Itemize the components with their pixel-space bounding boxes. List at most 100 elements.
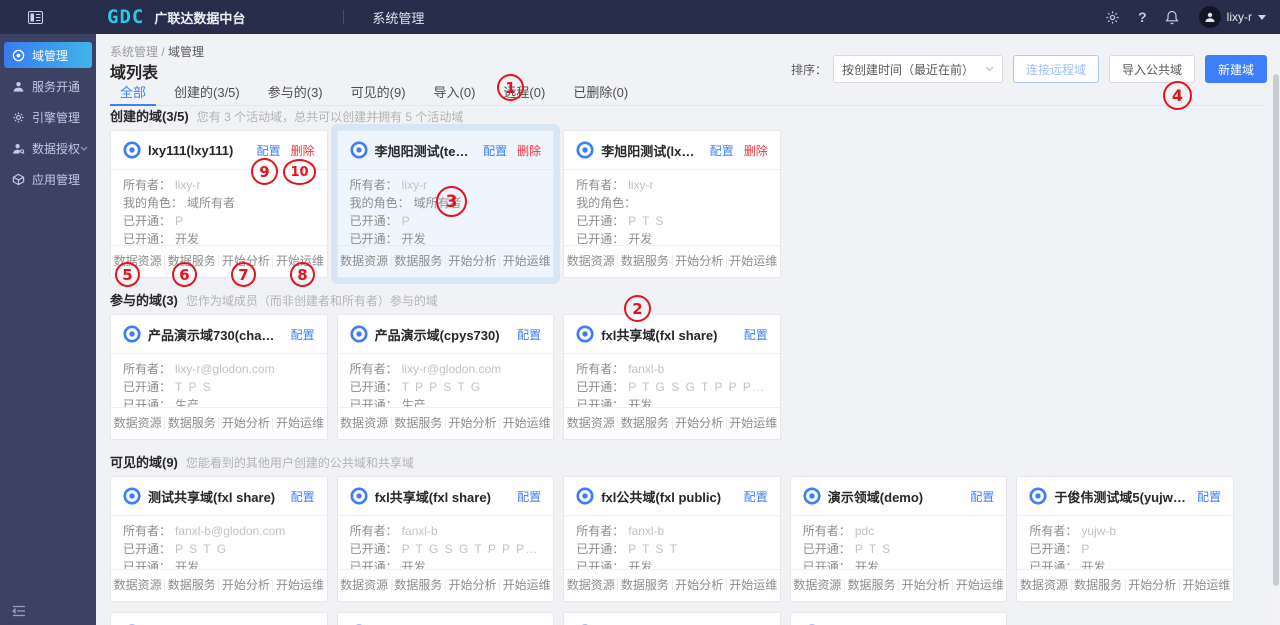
tab-deleted[interactable]: 已删除(0)	[563, 84, 638, 105]
start-ops-link[interactable]: 开始运维	[273, 579, 326, 592]
cube-icon	[12, 173, 25, 186]
configure-link[interactable]: 配置	[517, 488, 541, 505]
data-service-link[interactable]: 数据服务	[618, 255, 672, 268]
data-resource-link[interactable]: 数据资源	[338, 255, 392, 268]
start-analysis-link[interactable]: 开始分析	[673, 579, 727, 592]
start-ops-link[interactable]: 开始运维	[500, 417, 553, 430]
domain-card-partial: 配置	[563, 612, 781, 625]
data-service-link[interactable]: 数据服务	[392, 417, 446, 430]
delete-link[interactable]: 删除	[291, 142, 315, 159]
tab-visible[interactable]: 可见的(9)	[341, 84, 416, 105]
domain-card: lxy111(lxy111) 配置 删除 所有者：lixy-r 我的角色：域所有…	[110, 130, 328, 278]
configure-link[interactable]: 配置	[1197, 488, 1221, 505]
sidebar-item-domain-mgmt[interactable]: 域管理	[4, 42, 92, 68]
configure-link[interactable]: 配置	[483, 142, 507, 159]
bell-icon[interactable]	[1165, 10, 1179, 25]
start-analysis-link[interactable]: 开始分析	[446, 579, 500, 592]
tab-created[interactable]: 创建的(3/5)	[164, 84, 250, 105]
configure-link[interactable]: 配置	[291, 488, 315, 505]
delete-link[interactable]: 删除	[517, 142, 541, 159]
domain-icon	[123, 325, 141, 343]
configure-link[interactable]: 配置	[517, 326, 541, 343]
data-resource-link[interactable]: 数据资源	[338, 579, 392, 592]
username[interactable]: lixy-r	[1227, 10, 1252, 24]
domain-card: 测试共享域(fxl share) 配置 所有者：fanxl-b@glodon.c…	[110, 476, 328, 602]
start-analysis-link[interactable]: 开始分析	[673, 417, 727, 430]
data-resource-link[interactable]: 数据资源	[1017, 579, 1071, 592]
sort-select[interactable]: 按创建时间（最近在前）	[833, 55, 1003, 83]
start-ops-link[interactable]: 开始运维	[953, 579, 1006, 592]
start-ops-link[interactable]: 开始运维	[500, 579, 553, 592]
start-analysis-link[interactable]: 开始分析	[219, 579, 273, 592]
domain-card-partial: 配置	[337, 612, 555, 625]
sidebar-item-data-auth[interactable]: 数据授权	[4, 135, 92, 161]
sidebar-item-service-open[interactable]: 服务开通	[4, 73, 92, 99]
start-analysis-link[interactable]: 开始分析	[899, 579, 953, 592]
start-ops-link[interactable]: 开始运维	[727, 579, 780, 592]
main-content: 系统管理 / 域管理 域列表 排序： 按创建时间（最近在前） 连接远程域 导入公…	[96, 34, 1280, 625]
chevron-down-icon[interactable]	[1258, 15, 1266, 20]
sidebar-item-engine-mgmt[interactable]: 引擎管理	[4, 104, 92, 130]
avatar[interactable]	[1199, 6, 1221, 28]
start-analysis-link[interactable]: 开始分析	[446, 417, 500, 430]
data-resource-link[interactable]: 数据资源	[338, 417, 392, 430]
data-service-link[interactable]: 数据服务	[618, 579, 672, 592]
start-ops-link[interactable]: 开始运维	[727, 255, 780, 268]
data-resource-link[interactable]: 数据资源	[564, 255, 618, 268]
import-public-domain-button[interactable]: 导入公共域	[1109, 55, 1195, 83]
configure-link[interactable]: 配置	[970, 488, 994, 505]
configure-link[interactable]: 配置	[744, 326, 768, 343]
domain-card: 李旭阳测试(lxytest) 配置 删除 所有者：lixy-r 我的角色： 已开…	[563, 130, 781, 278]
data-resource-link[interactable]: 数据资源	[111, 579, 165, 592]
domain-card: fxl公共域(fxl public) 配置 所有者：fanxl-b 已开通：P …	[563, 476, 781, 602]
start-ops-link[interactable]: 开始运维	[727, 417, 780, 430]
settings-icon[interactable]	[1105, 10, 1120, 25]
sidebar-item-app-mgmt[interactable]: 应用管理	[4, 166, 92, 192]
configure-link[interactable]: 配置	[710, 142, 734, 159]
tab-joined[interactable]: 参与的(3)	[258, 84, 333, 105]
data-resource-link[interactable]: 数据资源	[564, 417, 618, 430]
person-key-icon	[12, 142, 25, 155]
start-analysis-link[interactable]: 开始分析	[1126, 579, 1180, 592]
delete-link[interactable]: 删除	[744, 142, 768, 159]
section-hint: 您作为域成员（而非创建者和所有者）参与的域	[186, 292, 438, 309]
tab-imported[interactable]: 导入(0)	[424, 84, 486, 105]
page: GDC 广联达数据中台 系统管理 ? lixy-r 域管理 服务开通	[0, 0, 1280, 625]
data-service-link[interactable]: 数据服务	[1072, 579, 1126, 592]
configure-link[interactable]: 配置	[291, 326, 315, 343]
data-service-link[interactable]: 数据服务	[392, 579, 446, 592]
start-analysis-link[interactable]: 开始分析	[673, 255, 727, 268]
configure-link[interactable]: 配置	[744, 488, 768, 505]
breadcrumb-root[interactable]: 系统管理	[110, 45, 158, 59]
domain-card: 产品演示域730(chanpinyanshi) 配置 所有者：lixy-r@gl…	[110, 314, 328, 440]
chevron-down-icon	[985, 66, 994, 72]
domain-icon	[123, 487, 141, 505]
data-service-link[interactable]: 数据服务	[165, 579, 219, 592]
annotation-circle-7: 7	[231, 262, 256, 287]
configure-link[interactable]: 配置	[257, 142, 281, 159]
start-ops-link[interactable]: 开始运维	[500, 255, 553, 268]
data-service-link[interactable]: 数据服务	[392, 255, 446, 268]
section-title: 创建的域(3/5)	[110, 106, 189, 125]
app-grid-icon[interactable]	[28, 11, 43, 24]
start-analysis-link[interactable]: 开始分析	[219, 417, 273, 430]
data-service-link[interactable]: 数据服务	[165, 417, 219, 430]
data-service-link[interactable]: 数据服务	[618, 417, 672, 430]
connect-remote-domain-button[interactable]: 连接远程域	[1013, 55, 1099, 83]
domain-name: 于俊伟测试域5(yujw domain test5)	[1054, 487, 1187, 506]
data-resource-link[interactable]: 数据资源	[791, 579, 845, 592]
start-analysis-link[interactable]: 开始分析	[446, 255, 500, 268]
sidebar-item-label: 服务开通	[32, 78, 80, 95]
data-service-link[interactable]: 数据服务	[845, 579, 899, 592]
help-icon[interactable]: ?	[1138, 9, 1147, 25]
topbar: GDC 广联达数据中台 系统管理 ? lixy-r	[0, 0, 1280, 34]
topbar-module[interactable]: 系统管理	[372, 8, 424, 27]
sidebar-collapse-icon[interactable]	[12, 605, 26, 617]
data-resource-link[interactable]: 数据资源	[564, 579, 618, 592]
start-ops-link[interactable]: 开始运维	[1180, 579, 1233, 592]
create-domain-button[interactable]: 新建域	[1205, 55, 1267, 83]
tab-all[interactable]: 全部	[110, 84, 156, 105]
start-ops-link[interactable]: 开始运维	[273, 417, 326, 430]
scrollbar-thumb[interactable]	[1273, 74, 1279, 586]
data-resource-link[interactable]: 数据资源	[111, 417, 165, 430]
